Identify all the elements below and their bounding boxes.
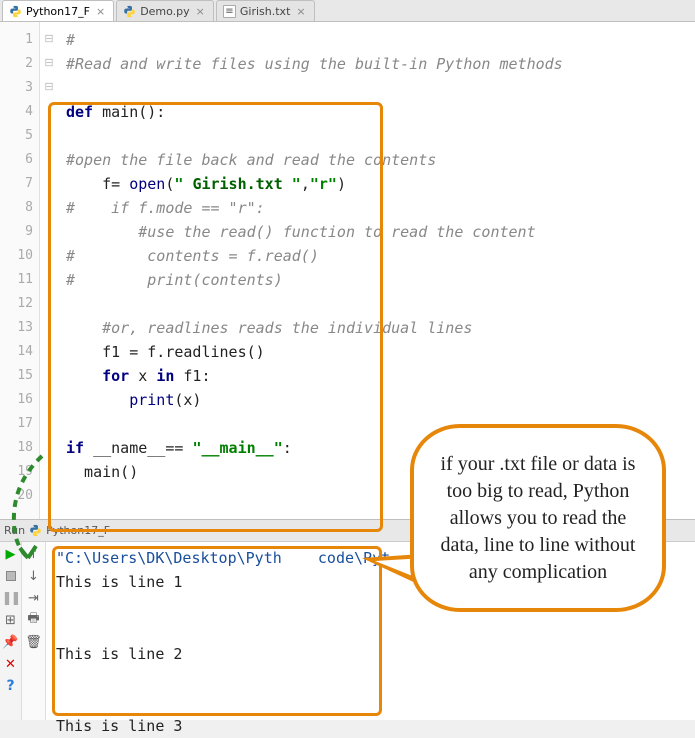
python-file-icon	[9, 5, 22, 18]
code-line: f1 = f.readlines()	[66, 343, 265, 361]
line-number: 16	[0, 388, 33, 412]
code-line: # contents = f.read()	[66, 247, 319, 265]
editor-tabs-bar: Python17_F × Demo.py × ≡ Girish.txt ×	[0, 0, 695, 22]
pin-icon[interactable]: 📌	[3, 634, 19, 650]
stop-icon[interactable]	[3, 568, 19, 584]
line-number: 12	[0, 292, 33, 316]
fold-toggle[interactable]: ⊟	[40, 52, 58, 76]
arrow-up-icon[interactable]: ↑	[26, 546, 42, 562]
line-number: 19	[0, 460, 33, 484]
line-number: 2	[0, 52, 33, 76]
wrap-icon[interactable]: ⇥	[26, 590, 42, 606]
close-icon[interactable]: ×	[96, 5, 105, 18]
close-icon[interactable]: ×	[296, 5, 305, 18]
run-icon[interactable]: ▶	[3, 546, 19, 562]
console-line: This is line 2	[56, 645, 182, 663]
line-number: 8	[0, 196, 33, 220]
line-number-gutter: 1 2 3 4 5 6 7 8 9 10 11 12 13 14 15 16 1…	[0, 22, 40, 519]
tab-label: Python17_F	[26, 5, 90, 18]
code-kw: def	[66, 103, 93, 121]
run-tool-column-right: ↑ ↓ ⇥ 🖶 🗑	[22, 542, 46, 720]
code-line: main():	[93, 103, 165, 121]
trash-icon[interactable]: 🗑	[26, 634, 42, 650]
line-number: 9	[0, 220, 33, 244]
code-line: main()	[66, 463, 138, 481]
line-number: 17	[0, 412, 33, 436]
annotation-speech-bubble: if your .txt file or data is too big to …	[410, 424, 666, 612]
line-number: 13	[0, 316, 33, 340]
tab-label: Demo.py	[140, 5, 189, 18]
text-file-icon: ≡	[223, 5, 236, 18]
code-line: # print(contents)	[66, 271, 283, 289]
help-icon[interactable]: ?	[3, 678, 19, 694]
annotation-text: if your .txt file or data is too big to …	[436, 451, 640, 586]
line-number: 20	[0, 484, 33, 508]
console-line: This is line 1	[56, 573, 182, 591]
code-line: # if f.mode == "r":	[66, 199, 265, 217]
code-line: #or, readlines reads the individual line…	[66, 319, 472, 337]
arrow-down-icon[interactable]: ↓	[26, 568, 42, 584]
fold-toggle[interactable]: ⊟	[40, 76, 58, 100]
run-config-name: Python17_F	[46, 524, 110, 537]
tab-python17[interactable]: Python17_F ×	[2, 0, 114, 21]
code-line: #use the read() function to read the con…	[66, 223, 536, 241]
pause-icon[interactable]: ❚❚	[3, 590, 19, 606]
fold-toggle[interactable]: ⊟	[40, 28, 58, 52]
line-number: 10	[0, 244, 33, 268]
line-number: 18	[0, 436, 33, 460]
line-number: 15	[0, 364, 33, 388]
tab-girish-txt[interactable]: ≡ Girish.txt ×	[216, 0, 315, 21]
line-number: 4	[0, 100, 33, 124]
code-line: #Read and write files using the built-in…	[66, 55, 563, 73]
python-file-icon	[123, 5, 136, 18]
code-line: #open the file back and read the content…	[66, 151, 436, 169]
close-icon[interactable]: ✕	[3, 656, 19, 672]
layout-icon[interactable]: ⊞	[3, 612, 19, 628]
line-number: 6	[0, 148, 33, 172]
run-label: Run	[4, 524, 25, 537]
console-command: "C:\Users\DK\Desktop\Pyth code\Pyt	[56, 549, 390, 567]
line-number: 1	[0, 28, 33, 52]
run-tool-column-left: ▶ ❚❚ ⊞ 📌 ✕ ?	[0, 542, 22, 720]
fold-column: ⊟ ⊟ ⊟	[40, 22, 58, 519]
close-icon[interactable]: ×	[196, 5, 205, 18]
line-number: 5	[0, 124, 33, 148]
line-number: 11	[0, 268, 33, 292]
line-number: 3	[0, 76, 33, 100]
tab-demo[interactable]: Demo.py ×	[116, 0, 214, 21]
print-icon[interactable]: 🖶	[26, 612, 42, 628]
line-number: 7	[0, 172, 33, 196]
code-line: #	[66, 31, 75, 49]
tab-label: Girish.txt	[240, 5, 291, 18]
line-number: 14	[0, 340, 33, 364]
python-file-icon	[29, 524, 42, 537]
